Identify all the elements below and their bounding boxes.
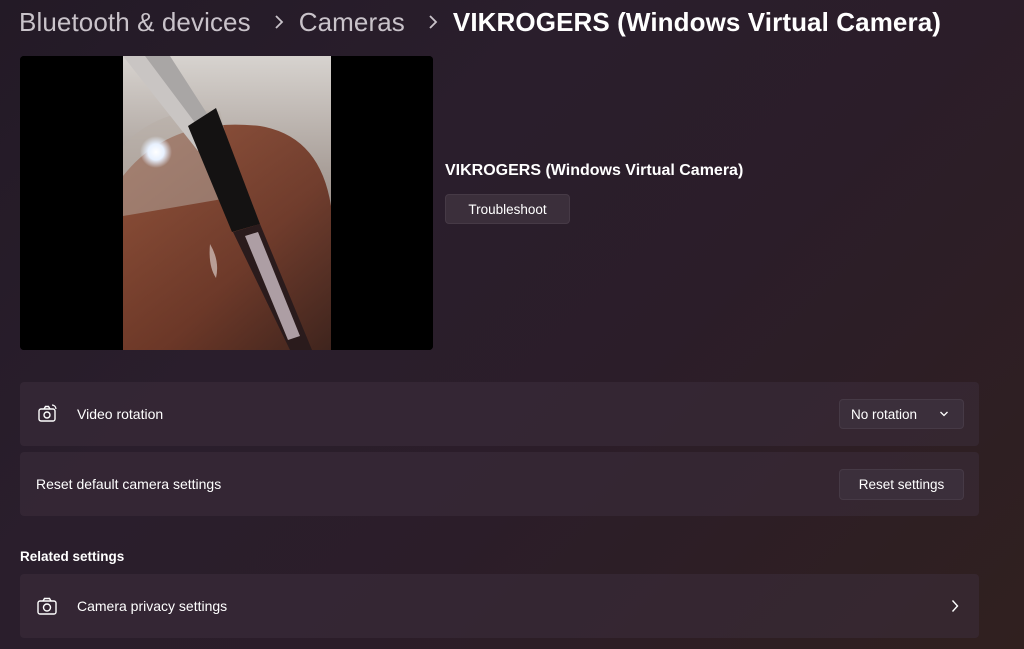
breadcrumb-bluetooth-devices[interactable]: Bluetooth & devices bbox=[19, 7, 251, 38]
related-settings-heading: Related settings bbox=[20, 549, 125, 564]
breadcrumb: Bluetooth & devices Cameras VIKROGERS (W… bbox=[19, 4, 941, 40]
reset-settings-button[interactable]: Reset settings bbox=[839, 468, 964, 500]
camera-rotate-icon bbox=[36, 403, 58, 425]
chevron-down-icon bbox=[940, 411, 948, 417]
page-title: VIKROGERS (Windows Virtual Camera) bbox=[452, 6, 942, 37]
reset-settings-card: Reset default camera settings Reset sett… bbox=[20, 452, 979, 516]
chevron-right-icon bbox=[273, 15, 285, 29]
camera-preview bbox=[20, 56, 433, 350]
camera-privacy-settings-label: Camera privacy settings bbox=[77, 598, 228, 614]
video-rotation-dropdown[interactable]: No rotation bbox=[839, 399, 964, 429]
breadcrumb-cameras[interactable]: Cameras bbox=[299, 7, 405, 38]
chevron-right-icon bbox=[951, 600, 959, 612]
troubleshoot-button[interactable]: Troubleshoot bbox=[445, 194, 570, 224]
chevron-right-icon bbox=[427, 15, 439, 29]
camera-icon bbox=[36, 595, 58, 617]
camera-name: VIKROGERS (Windows Virtual Camera) bbox=[445, 162, 744, 179]
video-rotation-card: Video rotation No rotation bbox=[20, 382, 979, 446]
video-rotation-label: Video rotation bbox=[77, 406, 164, 422]
reset-settings-label: Reset default camera settings bbox=[36, 476, 222, 492]
camera-privacy-settings-link[interactable]: Camera privacy settings bbox=[20, 574, 979, 638]
video-rotation-value: No rotation bbox=[851, 406, 918, 422]
